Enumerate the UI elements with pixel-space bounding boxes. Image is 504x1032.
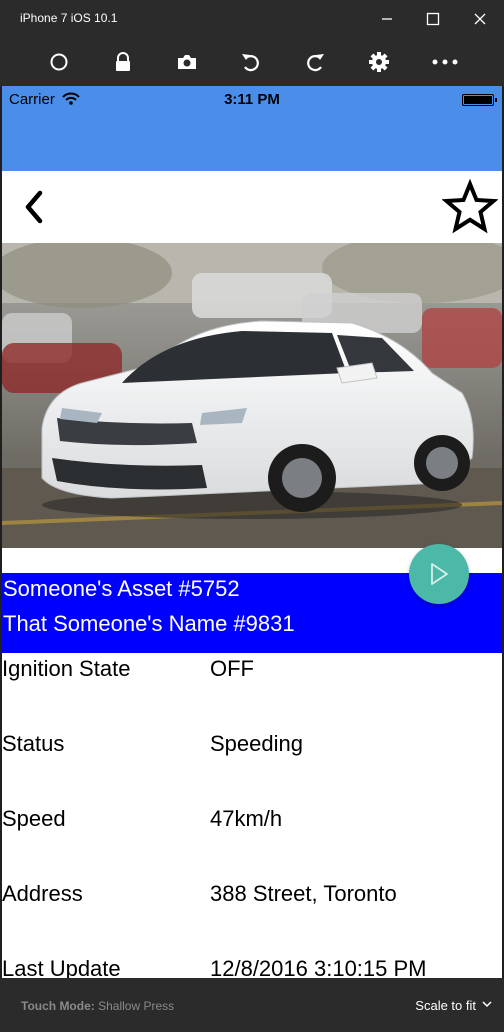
more-dots-icon[interactable] [431,48,459,76]
rotate-right-icon[interactable] [301,48,329,76]
detail-value: 12/8/2016 3:10:15 PM [210,956,427,978]
status-time: 3:11 PM [224,91,280,108]
settings-gear-icon[interactable] [365,48,393,76]
favorite-button[interactable] [441,178,499,235]
star-outline-icon [441,178,499,234]
detail-row-address: Address 388 Street, Toronto [2,878,502,918]
play-button[interactable] [409,544,469,604]
detail-label: Address [2,881,83,906]
rotate-left-icon[interactable] [237,48,265,76]
touch-mode-label: Touch Mode: [21,999,95,1013]
nav-bar [2,171,502,243]
detail-value: 47km/h [210,806,283,831]
camera-icon[interactable] [173,48,201,76]
chevron-down-icon[interactable] [482,997,492,1011]
detail-row-status: Status Speeding [2,728,502,768]
simulator-bottom-bar: Touch Mode: Shallow Press Scale to fit [0,978,504,1032]
touch-mode-indicator[interactable]: Touch Mode: Shallow Press [21,999,174,1013]
detail-label: Last Update [2,956,121,978]
header-band [2,114,502,171]
detail-value: OFF [210,656,254,681]
detail-value: Speeding [210,731,303,756]
window-title: iPhone 7 iOS 10.1 [20,11,118,25]
detail-label: Speed [2,806,66,831]
detail-value: 388 Street, Toronto [210,881,397,906]
scale-dropdown[interactable]: Scale to fit [415,998,476,1013]
maximize-icon[interactable] [422,8,444,30]
asset-owner: That Someone's Name #9831 [3,611,295,636]
play-triangle-icon [431,563,448,585]
minimize-icon[interactable] [376,8,398,30]
battery-icon [462,94,497,106]
simulator-title-bar: iPhone 7 iOS 10.1 [0,0,504,38]
vehicle-photo [2,243,502,548]
ios-status-bar: Carrier 3:11 PM [2,86,502,114]
detail-label: Status [2,731,65,756]
touch-mode-value: Shallow Press [98,999,175,1013]
phone-screen: Carrier 3:11 PM Someone's Asset #5752 Th… [2,86,502,978]
chevron-left-icon [25,190,43,224]
close-icon[interactable] [469,8,491,30]
detail-label: Ignition State [2,656,131,681]
asset-name: Someone's Asset #5752 [3,576,240,601]
home-circle-icon[interactable] [45,48,73,76]
detail-row-ignition-state: Ignition State OFF [2,653,502,693]
detail-row-last-update: Last Update 12/8/2016 3:10:15 PM [2,953,502,978]
detail-row-speed: Speed 47km/h [2,803,502,843]
back-button[interactable] [20,189,50,225]
simulator-toolbar [0,38,504,86]
lock-icon[interactable] [109,48,137,76]
